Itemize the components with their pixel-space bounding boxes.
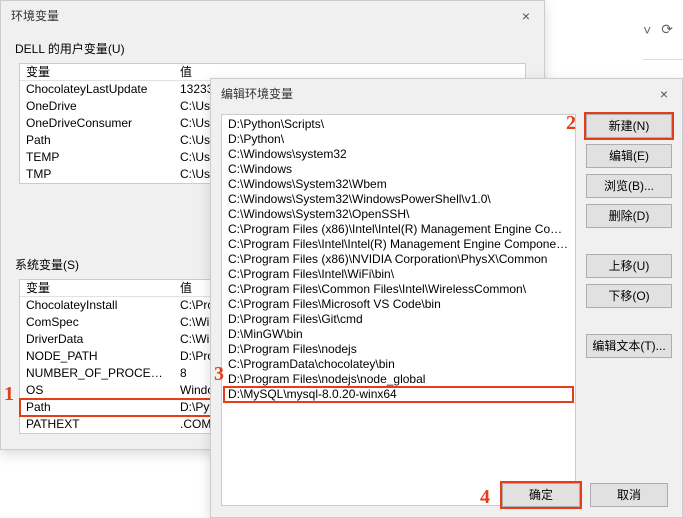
delete-button[interactable]: 删除(D): [586, 204, 672, 228]
var-name: TEMP: [20, 149, 174, 166]
env-dialog-titlebar: 环境变量 ×: [1, 1, 544, 30]
var-name: Path: [20, 132, 174, 149]
ok-button[interactable]: 确定: [502, 483, 580, 507]
move-up-button[interactable]: 上移(U): [586, 254, 672, 278]
edit-buttons-column: 新建(N) 编辑(E) 浏览(B)... 删除(D) 上移(U) 下移(O) 编…: [586, 114, 672, 506]
path-item[interactable]: C:\Windows: [224, 162, 573, 177]
var-name: OneDriveConsumer: [20, 115, 174, 132]
dropdown-icon[interactable]: ˅: [643, 22, 651, 38]
path-list[interactable]: D:\Python\Scripts\D:\Python\C:\Windows\s…: [221, 114, 576, 506]
path-item[interactable]: C:\Windows\system32: [224, 147, 573, 162]
var-name: Path: [20, 399, 174, 416]
var-name: ChocolateyInstall: [20, 297, 174, 314]
close-icon[interactable]: ×: [518, 8, 534, 24]
path-item[interactable]: C:\Windows\System32\OpenSSH\: [224, 207, 573, 222]
path-item[interactable]: C:\Program Files\Intel\WiFi\bin\: [224, 267, 573, 282]
cancel-button[interactable]: 取消: [590, 483, 668, 507]
path-item[interactable]: D:\Program Files\nodejs: [224, 342, 573, 357]
var-name: NUMBER_OF_PROCESSORS: [20, 365, 174, 382]
var-name: NODE_PATH: [20, 348, 174, 365]
dialog-footer: 确定 取消: [502, 483, 668, 507]
refresh-icon[interactable]: ⟳: [661, 21, 673, 38]
path-item[interactable]: D:\MinGW\bin: [224, 327, 573, 342]
path-item[interactable]: D:\Python\Scripts\: [224, 117, 573, 132]
path-item[interactable]: D:\Python\: [224, 132, 573, 147]
move-down-button[interactable]: 下移(O): [586, 284, 672, 308]
var-name: TMP: [20, 166, 174, 183]
env-dialog-title: 环境变量: [11, 7, 59, 24]
path-item[interactable]: C:\Program Files\Microsoft VS Code\bin: [224, 297, 573, 312]
var-name: OS: [20, 382, 174, 399]
user-vars-label: DELL 的用户变量(U): [1, 30, 544, 63]
var-name: ChocolateyLastUpdate: [20, 81, 174, 98]
edit-dialog-title: 编辑环境变量: [221, 85, 293, 102]
edit-env-var-dialog: 编辑环境变量 × D:\Python\Scripts\D:\Python\C:\…: [210, 78, 683, 518]
var-name: PATHEXT: [20, 416, 174, 433]
path-item[interactable]: C:\ProgramData\chocolatey\bin: [224, 357, 573, 372]
path-item[interactable]: C:\Program Files (x86)\Intel\Intel(R) Ma…: [224, 222, 573, 237]
col-var: 变量: [20, 64, 174, 80]
col-var: 变量: [20, 280, 174, 296]
path-item[interactable]: D:\Program Files\Git\cmd: [224, 312, 573, 327]
var-name: DriverData: [20, 331, 174, 348]
path-item[interactable]: D:\Program Files\nodejs\node_global: [224, 372, 573, 387]
browse-button[interactable]: 浏览(B)...: [586, 174, 672, 198]
path-item[interactable]: C:\Program Files\Common Files\Intel\Wire…: [224, 282, 573, 297]
edit-text-button[interactable]: 编辑文本(T)...: [586, 334, 672, 358]
var-name: ComSpec: [20, 314, 174, 331]
edit-dialog-titlebar: 编辑环境变量 ×: [211, 79, 682, 108]
background-toolbar: ˅ ⟳: [643, 0, 683, 60]
close-icon[interactable]: ×: [656, 86, 672, 102]
path-item[interactable]: C:\Windows\System32\Wbem: [224, 177, 573, 192]
path-item[interactable]: C:\Windows\System32\WindowsPowerShell\v1…: [224, 192, 573, 207]
path-item[interactable]: C:\Program Files\Intel\Intel(R) Manageme…: [224, 237, 573, 252]
path-item[interactable]: C:\Program Files (x86)\NVIDIA Corporatio…: [224, 252, 573, 267]
edit-button[interactable]: 编辑(E): [586, 144, 672, 168]
path-item[interactable]: D:\MySQL\mysql-8.0.20-winx64: [224, 387, 573, 402]
var-name: OneDrive: [20, 98, 174, 115]
new-button[interactable]: 新建(N): [586, 114, 672, 138]
